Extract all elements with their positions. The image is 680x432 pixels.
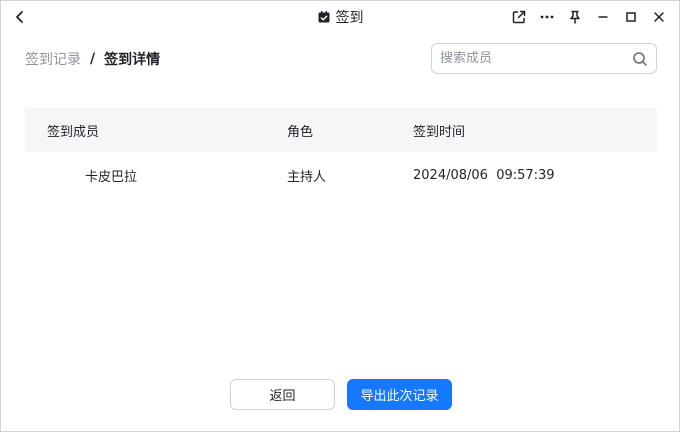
column-header-time: 签到时间 xyxy=(413,124,466,140)
cell-time: 2024/08/06 09:57:39 xyxy=(413,168,555,183)
more-button[interactable] xyxy=(535,5,559,29)
pin-icon xyxy=(570,10,580,24)
checkin-window: 签到 签到记录 / 签到详情 搜索成员 签到成员 角色 签到时间 卡皮巴拉 主持… xyxy=(0,0,680,432)
breadcrumb-checkin-records[interactable]: 签到记录 xyxy=(25,49,81,69)
back-icon xyxy=(16,11,23,23)
minimize-button[interactable] xyxy=(591,5,615,29)
breadcrumb-checkin-details: 签到详情 xyxy=(104,52,161,68)
column-header-member: 签到成员 xyxy=(47,124,100,140)
share-out-icon xyxy=(512,10,526,24)
title-actions xyxy=(503,1,671,33)
close-icon xyxy=(654,12,664,22)
calendar-check-icon xyxy=(317,10,331,24)
back-button[interactable] xyxy=(11,8,29,26)
column-header-role: 角色 xyxy=(287,124,314,140)
maximize-button[interactable] xyxy=(619,5,643,29)
table-header: 签到成员 角色 签到时间 xyxy=(25,108,657,152)
checkin-table: 签到成员 角色 签到时间 卡皮巴拉 主持人 2024/08/06 09:57:3… xyxy=(25,108,657,200)
breadcrumb-separator: / xyxy=(90,51,96,67)
window-title-text: 签到 xyxy=(335,10,364,26)
minimize-icon xyxy=(598,16,608,18)
search-icon[interactable] xyxy=(632,51,648,67)
search-box xyxy=(431,43,657,74)
table-row: 卡皮巴拉 主持人 2024/08/06 09:57:39 xyxy=(25,152,657,200)
title-bar: 签到 xyxy=(1,1,679,33)
cell-role: 主持人 xyxy=(287,170,327,185)
close-button[interactable] xyxy=(647,5,671,29)
maximize-icon xyxy=(626,12,636,22)
breadcrumb: 签到记录 / 签到详情 xyxy=(25,50,160,68)
more-icon xyxy=(540,15,554,19)
return-button[interactable]: 返回 xyxy=(230,379,335,410)
share-out-button[interactable] xyxy=(507,5,531,29)
cell-member: 卡皮巴拉 xyxy=(85,170,138,185)
pin-button[interactable] xyxy=(563,5,587,29)
search-input[interactable] xyxy=(440,51,632,66)
export-record-button[interactable]: 导出此次记录 xyxy=(347,379,452,410)
